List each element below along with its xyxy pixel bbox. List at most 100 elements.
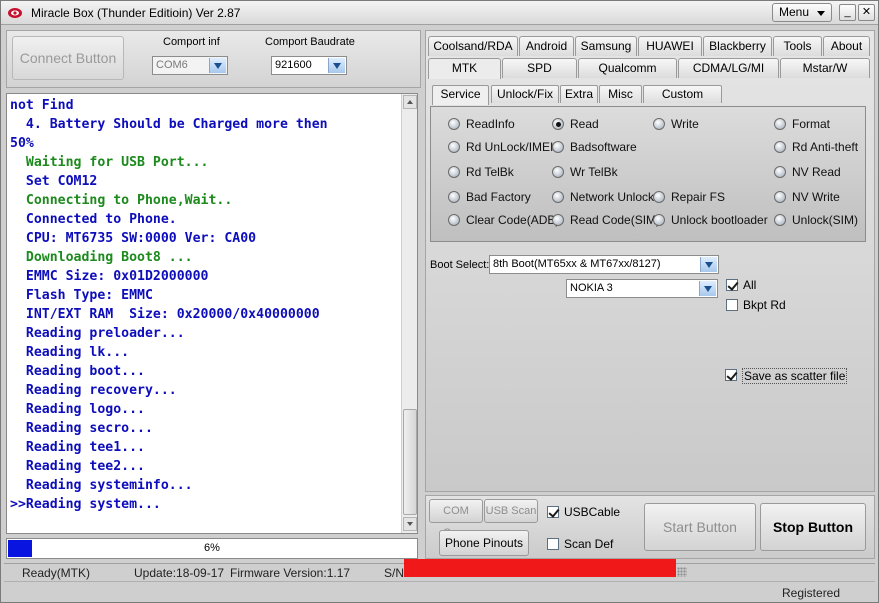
tab-qualcomm[interactable]: Qualcomm bbox=[578, 58, 677, 78]
radio-label: Network Unlock bbox=[570, 190, 655, 204]
tab-extra[interactable]: Extra bbox=[560, 85, 598, 103]
radio-button-icon[interactable] bbox=[774, 141, 786, 153]
radio-label: Read bbox=[570, 117, 599, 131]
tab-misc[interactable]: Misc bbox=[599, 85, 642, 103]
usb-scan-button[interactable]: USB Scan bbox=[484, 499, 538, 523]
minimize-button[interactable]: _ bbox=[839, 4, 856, 21]
tab-cdma-lg-mi[interactable]: CDMA/LG/MI bbox=[678, 58, 779, 78]
log-line: not Find bbox=[10, 98, 74, 113]
radio-button-icon[interactable] bbox=[448, 166, 460, 178]
radio-label: Unlock(SIM) bbox=[792, 213, 859, 227]
phone-pinouts-button[interactable]: Phone Pinouts bbox=[439, 530, 529, 556]
tab-android[interactable]: Android bbox=[519, 36, 574, 56]
log-line: Waiting for USB Port... bbox=[10, 155, 209, 170]
progress-bar: 6% bbox=[6, 538, 418, 559]
tab-tools[interactable]: Tools bbox=[773, 36, 822, 56]
radio-label: Read Code(SIM) bbox=[570, 213, 661, 227]
tab-service[interactable]: Service bbox=[432, 85, 489, 105]
log-line: >>Reading system... bbox=[10, 497, 161, 512]
boot-select-value: 8th Boot(MT65xx & MT67xx/8127) bbox=[493, 258, 661, 270]
tab-custom-setting[interactable]: Custom Setting bbox=[643, 85, 722, 118]
log-line: EMMC Size: 0x01D2000000 bbox=[10, 269, 209, 284]
scan-def-checkbox[interactable] bbox=[547, 538, 559, 550]
comport-label: Comport inf bbox=[163, 36, 220, 48]
com-scan-button[interactable]: COM Scan bbox=[429, 499, 483, 539]
baudrate-label: Comport Baudrate bbox=[265, 36, 355, 48]
close-button[interactable]: ✕ bbox=[858, 4, 875, 21]
log-line: Reading secro... bbox=[10, 421, 153, 436]
log-line: Flash Type: EMMC bbox=[10, 288, 153, 303]
tab-about[interactable]: About bbox=[823, 36, 870, 56]
radio-label: Unlock bootloader bbox=[671, 213, 768, 227]
log-line: CPU: MT6735 SW:0000 Ver: CA00 bbox=[10, 231, 257, 246]
radio-button-icon[interactable] bbox=[552, 214, 564, 226]
log-line: Reading tee1... bbox=[10, 440, 145, 455]
resize-grip-icon[interactable] bbox=[677, 567, 687, 577]
radio-button-icon[interactable] bbox=[653, 214, 665, 226]
log-line: Downloading Boot8 ... bbox=[10, 250, 193, 265]
usb-cable-checkbox[interactable] bbox=[547, 506, 559, 518]
boot-select-label: Boot Select: bbox=[430, 259, 490, 271]
log-line: INT/EXT RAM Size: 0x20000/0x40000000 bbox=[10, 307, 320, 322]
tab-mtk[interactable]: MTK bbox=[428, 58, 501, 79]
tab-blackberry[interactable]: Blackberry bbox=[703, 36, 772, 56]
log-line: Set COM12 bbox=[10, 174, 98, 189]
comport-value: COM6 bbox=[156, 59, 188, 71]
radio-label: Rd TelBk bbox=[466, 165, 514, 179]
radio-button-icon[interactable] bbox=[774, 118, 786, 130]
radio-button-icon[interactable] bbox=[653, 191, 665, 203]
scroll-thumb[interactable] bbox=[403, 409, 417, 515]
app-logo-icon bbox=[8, 8, 22, 18]
status-update: Update:18-09-17 bbox=[134, 566, 225, 580]
log-scrollbar[interactable] bbox=[401, 94, 417, 533]
comport-select[interactable]: COM6 bbox=[152, 56, 228, 75]
radio-label: Rd Anti-theft bbox=[792, 140, 859, 154]
baudrate-select[interactable]: 921600 bbox=[271, 56, 347, 75]
stop-button[interactable]: Stop Button bbox=[760, 503, 866, 551]
scroll-down-icon[interactable] bbox=[403, 517, 417, 531]
radio-label: NV Write bbox=[792, 190, 840, 204]
save-scatter-label: Save as scatter file bbox=[742, 368, 848, 384]
radio-button-icon[interactable] bbox=[774, 191, 786, 203]
tab-mstar-w[interactable]: Mstar/W bbox=[780, 58, 870, 78]
connection-panel: Connect Button Comport inf COM6 Comport … bbox=[6, 30, 421, 88]
radio-label: NV Read bbox=[792, 165, 841, 179]
dropdown-arrow-icon bbox=[328, 58, 345, 73]
radio-button-icon[interactable] bbox=[552, 118, 564, 130]
all-checkbox[interactable] bbox=[726, 279, 738, 291]
log-lines: not Find 4. Battery Should be Charged mo… bbox=[10, 96, 400, 514]
radio-button-icon[interactable] bbox=[552, 141, 564, 153]
start-button[interactable]: Start Button bbox=[644, 503, 756, 551]
model-select[interactable]: NOKIA 3 bbox=[566, 279, 718, 298]
progress-text: 6% bbox=[204, 542, 220, 554]
tab-spd[interactable]: SPD bbox=[502, 58, 577, 78]
radio-button-icon[interactable] bbox=[448, 118, 460, 130]
log-output[interactable]: not Find 4. Battery Should be Charged mo… bbox=[6, 93, 418, 534]
radio-button-icon[interactable] bbox=[774, 166, 786, 178]
radio-button-icon[interactable] bbox=[448, 214, 460, 226]
tab-coolsand-rda[interactable]: Coolsand/RDA bbox=[428, 36, 518, 56]
radio-button-icon[interactable] bbox=[552, 191, 564, 203]
baudrate-value: 921600 bbox=[275, 59, 312, 71]
log-line: Reading systeminfo... bbox=[10, 478, 193, 493]
window-title: Miracle Box (Thunder Editioin) Ver 2.87 bbox=[31, 6, 241, 20]
boot-select[interactable]: 8th Boot(MT65xx & MT67xx/8127) bbox=[489, 255, 719, 274]
tab-samsung[interactable]: Samsung bbox=[575, 36, 637, 56]
radio-label: Format bbox=[792, 117, 831, 131]
radio-button-icon[interactable] bbox=[774, 214, 786, 226]
scroll-up-icon[interactable] bbox=[403, 95, 417, 109]
tab-unlock-fix[interactable]: Unlock/Fix bbox=[491, 85, 559, 103]
radio-button-icon[interactable] bbox=[653, 118, 665, 130]
radio-button-icon[interactable] bbox=[552, 166, 564, 178]
connect-button[interactable]: Connect Button bbox=[12, 36, 124, 80]
log-line: 4. Battery Should be Charged more then bbox=[10, 117, 328, 132]
log-line: Reading boot... bbox=[10, 364, 145, 379]
bkpt-rd-checkbox[interactable] bbox=[726, 299, 738, 311]
radio-button-icon[interactable] bbox=[448, 191, 460, 203]
tab-huawei[interactable]: HUAWEI bbox=[638, 36, 702, 56]
menu-button[interactable]: Menu bbox=[772, 3, 832, 22]
usb-cable-label: USBCable bbox=[564, 505, 621, 519]
radio-button-icon[interactable] bbox=[448, 141, 460, 153]
bkpt-rd-label: Bkpt Rd bbox=[743, 298, 786, 312]
save-scatter-checkbox[interactable] bbox=[725, 369, 737, 381]
